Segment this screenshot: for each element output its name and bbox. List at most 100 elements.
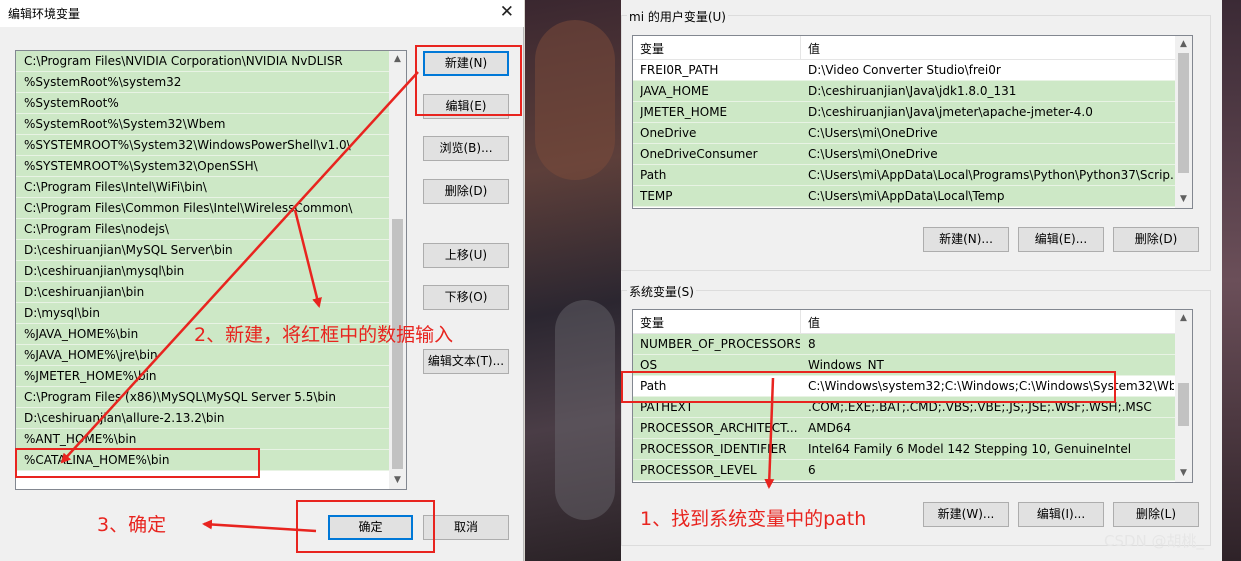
path-list-item[interactable]: D:\ceshiruanjian\MySQL Server\bin — [16, 240, 390, 261]
path-list-item[interactable]: %JAVA_HOME%\jre\bin — [16, 345, 390, 366]
table-row[interactable]: PROCESSOR_LEVEL 6 — [633, 460, 1176, 481]
close-icon[interactable]: ✕ — [500, 2, 514, 22]
wallpaper-image — [1222, 0, 1241, 561]
var-value: C:\Users\mi\OneDrive — [808, 147, 938, 161]
wallpaper-shape — [535, 20, 615, 180]
scroll-up-icon[interactable]: ▲ — [389, 51, 406, 68]
var-name: FREI0R_PATH — [640, 63, 719, 77]
column-header-value[interactable]: 值 — [808, 40, 820, 57]
table-header: 变量 值 — [633, 310, 1176, 334]
var-name: OneDriveConsumer — [640, 147, 758, 161]
column-header-value[interactable]: 值 — [808, 314, 820, 331]
column-header-name[interactable]: 变量 — [640, 314, 664, 331]
path-list-item[interactable]: %SYSTEMROOT%\System32\OpenSSH\ — [16, 156, 390, 177]
var-name: NUMBER_OF_PROCESSORS — [640, 337, 800, 351]
highlight-box-path-row — [621, 371, 1116, 403]
var-value: D:\Video Converter Studio\frei0r — [808, 63, 1001, 77]
env-variables-window: mi 的用户变量(U) 变量 值 FREI0R_PATH D:\Video Con… — [621, 0, 1222, 561]
column-divider — [800, 36, 801, 60]
var-name: JMETER_HOME — [640, 105, 728, 119]
table-row[interactable]: OneDriveConsumer C:\Users\mi\OneDrive — [633, 144, 1176, 165]
dialog-title: 编辑环境变量 — [8, 7, 81, 21]
user-var-delete-button[interactable]: 删除(D) — [1113, 227, 1199, 252]
system-var-delete-button[interactable]: 删除(L) — [1113, 502, 1199, 527]
system-var-edit-button[interactable]: 编辑(I)... — [1018, 502, 1104, 527]
user-vars-group-label: mi 的用户变量(U) — [627, 8, 728, 25]
var-value: C:\Users\mi\AppData\Local\Programs\Pytho… — [808, 168, 1174, 182]
path-list-item[interactable]: C:\Program Files\nodejs\ — [16, 219, 390, 240]
scroll-down-icon[interactable]: ▼ — [1175, 465, 1192, 482]
path-list-item[interactable]: D:\ceshiruanjian\mysql\bin — [16, 261, 390, 282]
system-var-new-button[interactable]: 新建(W)... — [923, 502, 1009, 527]
wallpaper-shape — [555, 300, 615, 520]
user-vars-scrollbar[interactable]: ▲ ▼ — [1175, 36, 1192, 208]
column-divider — [800, 310, 801, 334]
var-name: JAVA_HOME — [640, 84, 709, 98]
user-var-edit-button[interactable]: 编辑(E)... — [1018, 227, 1104, 252]
table-row[interactable]: PROCESSOR_IDENTIFIER Intel64 Family 6 Mod… — [633, 439, 1176, 460]
path-list-item[interactable]: %SYSTEMROOT%\System32\WindowsPowerShell\… — [16, 135, 390, 156]
path-list-item[interactable]: D:\ceshiruanjian\allure-2.13.2\bin — [16, 408, 390, 429]
scroll-up-icon[interactable]: ▲ — [1175, 36, 1192, 53]
var-name: PROCESSOR_LEVEL — [640, 463, 757, 477]
path-list-item[interactable]: C:\Program Files\Common Files\Intel\Wire… — [16, 198, 390, 219]
scroll-down-icon[interactable]: ▼ — [1175, 191, 1192, 208]
annotation-step1: 1、找到系统变量中的path — [640, 508, 867, 530]
system-vars-group-label: 系统变量(S) — [627, 283, 696, 300]
path-list-item[interactable]: %ANT_HOME%\bin — [16, 429, 390, 450]
edit-text-button[interactable]: 编辑文本(T)... — [423, 349, 509, 374]
user-var-new-button[interactable]: 新建(N)... — [923, 227, 1009, 252]
wallpaper-image — [525, 0, 621, 561]
path-list-item[interactable]: %SystemRoot%\System32\Wbem — [16, 114, 390, 135]
var-name: Path — [640, 168, 667, 182]
path-list-item[interactable]: %SystemRoot% — [16, 93, 390, 114]
annotation-step3: 3、确定 — [97, 514, 167, 536]
column-header-name[interactable]: 变量 — [640, 40, 664, 57]
scroll-thumb[interactable] — [1178, 383, 1189, 426]
cancel-button[interactable]: 取消 — [423, 515, 509, 540]
var-value: D:\ceshiruanjian\Java\jmeter\apache-jmet… — [808, 105, 1093, 119]
var-value: 8 — [808, 337, 816, 351]
table-row[interactable]: NUMBER_OF_PROCESSORS 8 — [633, 334, 1176, 355]
highlight-box-new-button — [415, 45, 522, 116]
var-value: AMD64 — [808, 421, 852, 435]
path-list[interactable]: C:\Program Files\NVIDIA Corporation\NVID… — [15, 50, 407, 490]
watermark: CSDN @胡桃_ — [1104, 532, 1205, 550]
path-list-item[interactable]: %JMETER_HOME%\bin — [16, 366, 390, 387]
annotation-step2: 2、新建，将红框中的数据输入 — [194, 324, 454, 346]
var-name: PROCESSOR_ARCHITECT... — [640, 421, 798, 435]
var-value: Intel64 Family 6 Model 142 Stepping 10, … — [808, 442, 1132, 456]
move-up-button[interactable]: 上移(U) — [423, 243, 509, 268]
var-name: OneDrive — [640, 126, 697, 140]
var-name: TEMP — [640, 189, 673, 203]
user-vars-table[interactable]: 变量 值 FREI0R_PATH D:\Video Converter Studi… — [632, 35, 1193, 209]
table-row[interactable]: JAVA_HOME D:\ceshiruanjian\Java\jdk1.8.0_… — [633, 81, 1176, 102]
path-list-item[interactable]: D:\ceshiruanjian\bin — [16, 282, 390, 303]
browse-button[interactable]: 浏览(B)... — [423, 136, 509, 161]
table-row[interactable]: TEMP C:\Users\mi\AppData\Local\Temp — [633, 186, 1176, 207]
scroll-up-icon[interactable]: ▲ — [1175, 310, 1192, 327]
table-row[interactable]: Path C:\Users\mi\AppData\Local\Programs\P… — [633, 165, 1176, 186]
var-value: 6 — [808, 463, 816, 477]
path-list-item[interactable]: C:\Program Files\NVIDIA Corporation\NVID… — [16, 51, 390, 72]
move-down-button[interactable]: 下移(O) — [423, 285, 509, 310]
dialog-titlebar: 编辑环境变量 ✕ — [0, 0, 524, 27]
path-list-item[interactable]: C:\Program Files\Intel\WiFi\bin\ — [16, 177, 390, 198]
table-row[interactable]: FREI0R_PATH D:\Video Converter Studio\fre… — [633, 60, 1176, 81]
system-vars-scrollbar[interactable]: ▲ ▼ — [1175, 310, 1192, 482]
path-list-item[interactable]: %SystemRoot%\system32 — [16, 72, 390, 93]
highlight-box-ok-button — [296, 500, 435, 553]
delete-path-button[interactable]: 删除(D) — [423, 179, 509, 204]
scroll-thumb[interactable] — [1178, 53, 1189, 173]
var-value: C:\Users\mi\OneDrive — [808, 126, 938, 140]
path-list-item[interactable]: C:\Program Files (x86)\MySQL\MySQL Serve… — [16, 387, 390, 408]
path-list-scrollbar[interactable]: ▲ ▼ — [389, 51, 406, 489]
highlight-box-new-path — [15, 448, 260, 478]
var-value: C:\Users\mi\AppData\Local\Temp — [808, 189, 1005, 203]
scroll-down-icon[interactable]: ▼ — [389, 472, 406, 489]
table-header: 变量 值 — [633, 36, 1176, 60]
table-row[interactable]: PROCESSOR_ARCHITECT... AMD64 — [633, 418, 1176, 439]
table-row[interactable]: JMETER_HOME D:\ceshiruanjian\Java\jmeter\… — [633, 102, 1176, 123]
table-row[interactable]: OneDrive C:\Users\mi\OneDrive — [633, 123, 1176, 144]
var-name: PROCESSOR_IDENTIFIER — [640, 442, 787, 456]
